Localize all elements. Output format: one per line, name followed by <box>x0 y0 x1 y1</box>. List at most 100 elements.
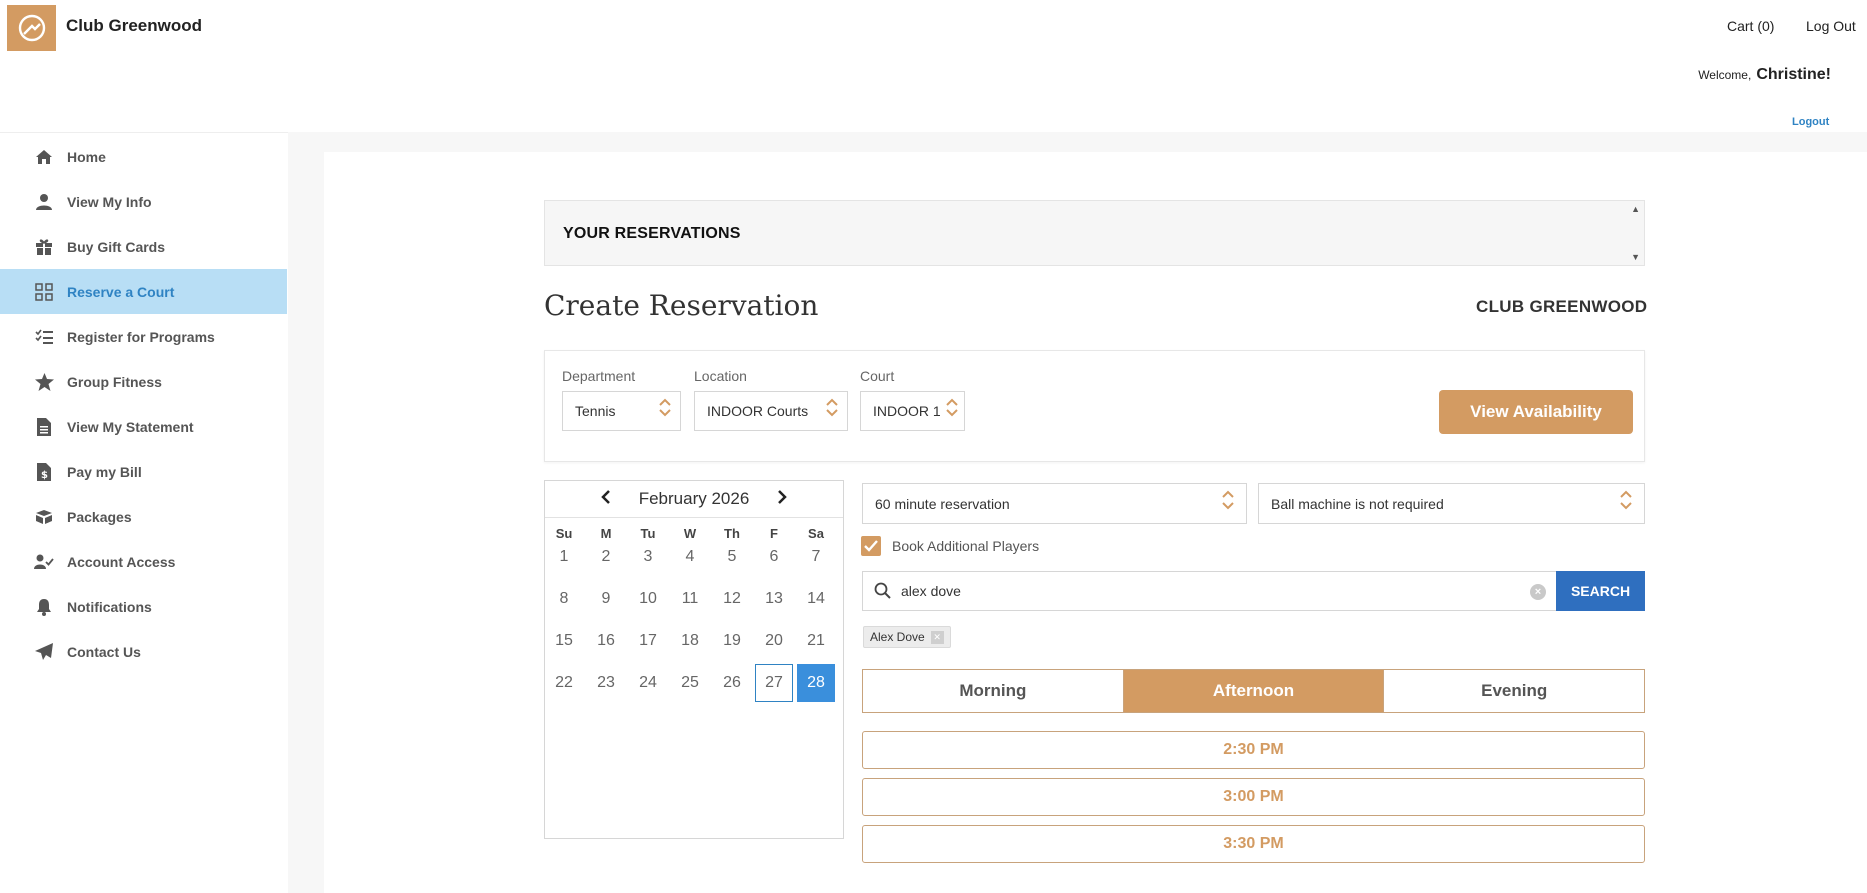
sidebar-item-label: Pay my Bill <box>67 463 142 480</box>
reservation-filters: Department Tennis Location INDOOR Courts… <box>544 350 1645 462</box>
selected-player-name: Alex Dove <box>870 630 925 644</box>
department-select[interactable]: Tennis <box>562 391 681 431</box>
time-period-tabs: Morning Afternoon Evening <box>862 669 1645 713</box>
top-header: Club Greenwood Cart (0) Log Out Welcome,… <box>0 0 1867 132</box>
sidebar-item-pay-my-bill[interactable]: $ Pay my Bill <box>0 449 287 494</box>
calendar-day[interactable]: 13 <box>755 580 793 618</box>
calendar-day[interactable]: 12 <box>713 580 751 618</box>
calendar-day[interactable]: 16 <box>587 622 625 660</box>
calendar-day[interactable]: 4 <box>671 538 709 576</box>
calendar-day[interactable]: 25 <box>671 664 709 702</box>
location-select[interactable]: INDOOR Courts <box>694 391 848 431</box>
next-month-icon[interactable] <box>777 489 788 509</box>
time-slot-button[interactable]: 2:30 PM <box>862 731 1645 769</box>
location-label: Location <box>694 368 747 384</box>
previous-month-icon[interactable] <box>600 489 611 509</box>
time-slot-button[interactable]: 3:00 PM <box>862 778 1645 816</box>
your-reservations-panel[interactable]: YOUR RESERVATIONS ▲ ▼ <box>544 200 1645 266</box>
remove-player-icon[interactable]: ✕ <box>930 630 944 644</box>
time-slot-button[interactable]: 3:30 PM <box>862 825 1645 863</box>
calendar-day[interactable]: 3 <box>629 538 667 576</box>
search-button[interactable]: SEARCH <box>1556 571 1645 611</box>
calendar-day[interactable]: 27 <box>755 664 793 702</box>
club-logo[interactable] <box>7 5 56 51</box>
calendar-day[interactable]: 17 <box>629 622 667 660</box>
sidebar-item-account-access[interactable]: Account Access <box>0 539 287 584</box>
book-players-checkbox[interactable] <box>861 536 881 556</box>
book-players-label[interactable]: Book Additional Players <box>892 538 1039 554</box>
calendar-day[interactable]: 21 <box>797 622 835 660</box>
department-label: Department <box>562 368 636 384</box>
welcome-label: Welcome, <box>1698 68 1752 82</box>
calendar-day[interactable]: 26 <box>713 664 751 702</box>
sidebar-item-home[interactable]: Home <box>0 134 287 179</box>
reservations-title: YOUR RESERVATIONS <box>563 225 741 242</box>
cart-link[interactable]: Cart (0) <box>1727 18 1774 34</box>
calendar-day[interactable]: 19 <box>713 622 751 660</box>
scroll-down-icon[interactable]: ▼ <box>1631 252 1640 262</box>
sidebar-item-label: View My Statement <box>67 418 194 435</box>
sidebar-item-view-my-info[interactable]: View My Info <box>0 179 287 224</box>
calendar-day[interactable]: 7 <box>797 538 835 576</box>
scroll-up-icon[interactable]: ▲ <box>1631 204 1640 214</box>
calendar-day[interactable]: 14 <box>797 580 835 618</box>
search-icon <box>874 582 891 604</box>
document-icon <box>34 417 54 437</box>
sidebar-item-buy-gift-cards[interactable]: Buy Gift Cards <box>0 224 287 269</box>
calendar-day[interactable]: 9 <box>587 580 625 618</box>
calendar-day[interactable]: 5 <box>713 538 751 576</box>
checklist-icon <box>34 327 54 347</box>
chevron-up-down-icon <box>659 398 671 417</box>
sidebar-item-label: Group Fitness <box>67 373 162 390</box>
location-value: INDOOR Courts <box>707 403 809 419</box>
calendar-day[interactable]: 8 <box>545 580 583 618</box>
welcome-message: Welcome, Christine! <box>1698 66 1831 84</box>
bill-icon: $ <box>34 462 54 482</box>
sidebar-item-label: Contact Us <box>67 643 141 660</box>
chevron-up-down-icon <box>1620 490 1632 510</box>
ball-machine-select[interactable]: Ball machine is not required <box>1258 483 1645 524</box>
calendar-day[interactable]: 23 <box>587 664 625 702</box>
box-icon <box>34 507 54 527</box>
calendar-day[interactable]: 20 <box>755 622 793 660</box>
calendar-day[interactable]: 10 <box>629 580 667 618</box>
chevron-up-down-icon <box>826 398 838 417</box>
calendar-day[interactable]: 2 <box>587 538 625 576</box>
bell-icon <box>34 597 54 617</box>
user-name: Christine! <box>1756 66 1831 83</box>
tab-afternoon[interactable]: Afternoon <box>1122 670 1384 712</box>
sidebar-item-label: Packages <box>67 508 132 525</box>
calendar-day[interactable]: 22 <box>545 664 583 702</box>
star-icon <box>34 372 54 392</box>
calendar-day[interactable]: 1 <box>545 538 583 576</box>
sidebar-item-register-for-programs[interactable]: Register for Programs <box>0 314 287 359</box>
calendar-day[interactable]: 24 <box>629 664 667 702</box>
calendar-day[interactable]: 18 <box>671 622 709 660</box>
tab-evening[interactable]: Evening <box>1383 670 1644 712</box>
sidebar-item-reserve-a-court[interactable]: Reserve a Court <box>0 269 287 314</box>
sidebar-item-group-fitness[interactable]: Group Fitness <box>0 359 287 404</box>
sidebar-item-notifications[interactable]: Notifications <box>0 584 287 629</box>
sidebar-item-packages[interactable]: Packages <box>0 494 287 539</box>
tab-morning[interactable]: Morning <box>863 670 1123 712</box>
home-icon <box>34 147 54 167</box>
calendar-month-label: February 2026 <box>638 489 750 508</box>
calendar-day[interactable]: 11 <box>671 580 709 618</box>
sidebar-item-view-my-statement[interactable]: View My Statement <box>0 404 287 449</box>
player-search-input[interactable]: alex dove × <box>862 571 1556 611</box>
clear-search-icon[interactable]: × <box>1530 584 1546 600</box>
calendar-day[interactable]: 15 <box>545 622 583 660</box>
view-availability-button[interactable]: View Availability <box>1439 390 1633 434</box>
logout-small-link[interactable]: Logout <box>1792 116 1829 128</box>
court-value: INDOOR 1 <box>873 403 941 419</box>
calendar-day[interactable]: 6 <box>755 538 793 576</box>
paper-plane-icon <box>34 642 54 662</box>
sidebar-item-label: Register for Programs <box>67 328 215 345</box>
brand-name[interactable]: Club Greenwood <box>66 16 202 36</box>
court-select[interactable]: INDOOR 1 <box>860 391 965 431</box>
calendar-day[interactable]: 28 <box>797 664 835 702</box>
sidebar-item-contact-us[interactable]: Contact Us <box>0 629 287 674</box>
logout-link[interactable]: Log Out <box>1806 18 1856 34</box>
user-icon <box>34 192 54 212</box>
duration-select[interactable]: 60 minute reservation <box>862 483 1247 524</box>
